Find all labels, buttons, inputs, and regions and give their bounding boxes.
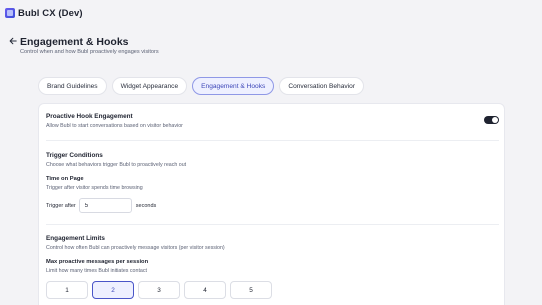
max-messages-description: Limit how many times Bubl initiates cont…	[46, 268, 147, 274]
time-on-page-label: Time on Page	[46, 176, 84, 182]
app-topbar: Bubl CX (Dev)	[0, 0, 542, 26]
proactive-title: Proactive Hook Engagement	[46, 113, 133, 120]
tab-conversation-behavior[interactable]: Conversation Behavior	[279, 77, 365, 95]
divider	[46, 224, 499, 225]
engagement-limits-description: Control how often Bubl can proactively m…	[46, 245, 225, 251]
proactive-description: Allow Bubl to start conversations based …	[46, 123, 183, 129]
tab-brand-guidelines[interactable]: Brand Guidelines	[38, 77, 107, 95]
trigger-seconds-input[interactable]	[78, 198, 132, 213]
tab-widget-appearance[interactable]: Widget Appearance	[111, 77, 188, 95]
bubl-logo-icon	[5, 8, 15, 18]
max-messages-label: Max proactive messages per session	[46, 259, 149, 265]
page-subtitle: Control when and how Bubl proactively en…	[20, 49, 159, 55]
max-messages-option-5[interactable]: 5	[230, 281, 272, 299]
max-messages-option-2[interactable]: 2	[92, 281, 134, 299]
max-messages-option-3[interactable]: 3	[138, 281, 180, 299]
trigger-conditions-title: Trigger Conditions	[46, 152, 103, 159]
time-on-page-row: Trigger after seconds	[46, 198, 156, 213]
max-messages-option-4[interactable]: 4	[184, 281, 226, 299]
trigger-conditions-description: Choose what behaviors trigger Bubl to pr…	[46, 162, 187, 168]
max-messages-option-1[interactable]: 1	[46, 281, 88, 299]
tab-engagement-hooks[interactable]: Engagement & Hooks	[192, 77, 275, 95]
trigger-suffix: seconds	[135, 202, 157, 209]
settings-card: Proactive Hook Engagement Allow Bubl to …	[38, 103, 505, 305]
engagement-limits-title: Engagement Limits	[46, 235, 105, 242]
app-title: Bubl CX (Dev)	[18, 7, 83, 19]
proactive-toggle[interactable]	[484, 116, 499, 124]
max-messages-options: 1 2 3 4 5	[46, 281, 272, 299]
toggle-knob	[492, 117, 498, 123]
time-on-page-description: Trigger after visitor spends time browsi…	[46, 185, 143, 191]
trigger-prefix: Trigger after	[46, 202, 76, 209]
divider	[46, 140, 499, 141]
page-title: Engagement & Hooks	[20, 36, 129, 48]
arrow-left-icon[interactable]	[9, 37, 17, 45]
settings-tabs: Brand Guidelines Widget Appearance Engag…	[38, 77, 365, 95]
